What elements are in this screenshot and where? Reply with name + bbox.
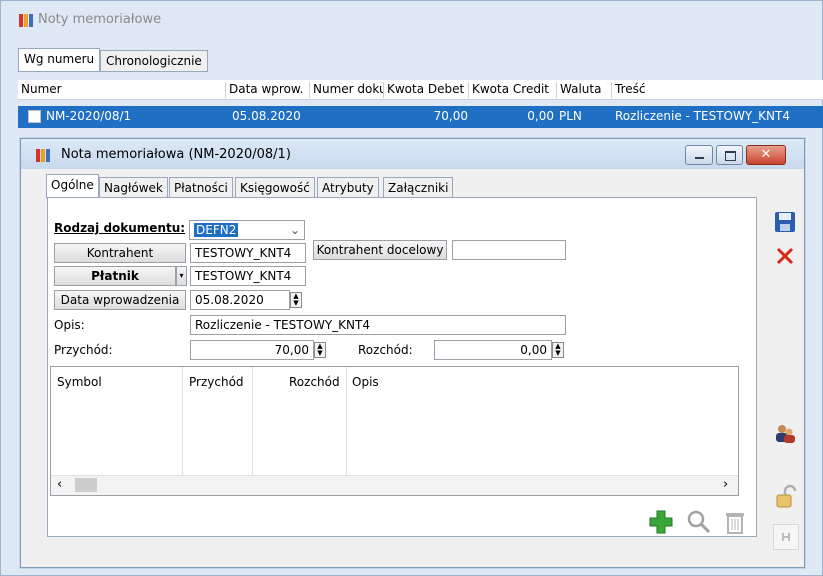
cell-numer-dok (313, 109, 383, 125)
pin-button[interactable] (773, 524, 799, 550)
trash-button[interactable] (722, 509, 748, 535)
cell-data: 05.08.2020 (232, 109, 301, 123)
rodzaj-select[interactable]: DEFN2 ⌄ (189, 220, 305, 240)
kontrahent-docelowy-field[interactable] (452, 240, 566, 260)
column-header[interactable]: Treść (612, 82, 812, 98)
tab-ogolne[interactable]: Ogólne (46, 174, 99, 199)
app-icon (35, 147, 51, 163)
tab-chronologicznie[interactable]: Chronologicznie (100, 50, 208, 72)
close-button[interactable]: ✕ (746, 145, 786, 165)
tab-wg-numeru[interactable]: Wg numeru (18, 48, 101, 72)
pin-icon (782, 533, 790, 541)
minimize-button[interactable] (685, 145, 713, 165)
horizontal-scrollbar[interactable]: ‹ › (51, 475, 738, 495)
users-icon (776, 425, 795, 443)
app-icon (18, 12, 34, 28)
cell-numer: NM-2020/08/1 (46, 109, 132, 123)
lock-button[interactable] (773, 484, 799, 510)
column-header[interactable]: Kwota Debet (384, 82, 469, 98)
opis-field[interactable]: Rozliczenie - TESTOWY_KNT4 (190, 315, 566, 335)
cell-credit: 0,00 (527, 109, 554, 123)
save-icon (775, 212, 795, 232)
scrollbar-thumb[interactable] (75, 478, 97, 492)
platnik-dropdown[interactable]: ▾ (176, 266, 187, 286)
column-header[interactable]: Waluta (557, 82, 612, 98)
kontrahent-button[interactable]: Kontrahent (54, 243, 186, 263)
delete-button[interactable] (773, 244, 799, 270)
maximize-icon (725, 151, 736, 161)
items-grid: Symbol Przychód Rozchód Opis ‹ › (50, 366, 739, 496)
grid-header[interactable]: Rozchód (289, 375, 340, 389)
tab-platnosci[interactable]: Płatności (169, 177, 233, 199)
rozchod-spinner[interactable]: ▲ ▼ (552, 342, 564, 358)
add-icon (649, 510, 673, 534)
cell-waluta: PLN (559, 109, 582, 123)
rozchod-field[interactable]: 0,00 (434, 340, 552, 360)
grid-header[interactable]: Symbol (57, 375, 102, 389)
cell-tresc: Rozliczenie - TESTOWY_KNT4 (615, 109, 790, 123)
close-icon: ✕ (760, 147, 772, 162)
opis-label: Opis: (54, 318, 85, 332)
lock-icon (776, 484, 797, 508)
tab-atrybuty[interactable]: Atrybuty (317, 177, 379, 199)
maximize-button[interactable] (716, 145, 743, 165)
list-header: Numer Data wprow. Numer doku Kwota Debet… (18, 80, 823, 100)
table-row[interactable]: NM-2020/08/1 05.08.2020 70,00 0,00 PLN R… (18, 106, 823, 128)
przychod-spinner[interactable]: ▲ ▼ (314, 342, 326, 358)
cell-debet: 70,00 (433, 109, 468, 123)
minimize-icon (695, 157, 704, 159)
column-header[interactable]: Data wprow. (226, 82, 310, 98)
data-wprowadzenia-button[interactable]: Data wprowadzenia (54, 290, 186, 310)
column-header[interactable]: Numer doku (310, 82, 384, 98)
date-spinner[interactable]: ▲ ▼ (290, 292, 302, 308)
scroll-left-icon[interactable]: ‹ (57, 477, 62, 492)
search-icon (687, 510, 711, 534)
tab-zalaczniki[interactable]: Załączniki (383, 177, 454, 199)
trash-icon (726, 513, 744, 534)
dialog-title: Nota memoriałowa (NM-2020/08/1) (61, 147, 291, 162)
scroll-right-icon[interactable]: › (723, 477, 728, 492)
save-button[interactable] (773, 210, 799, 236)
rozchod-label: Rozchód: (358, 343, 413, 357)
tab-ksiegowosc[interactable]: Księgowość (235, 177, 315, 199)
grid-header[interactable]: Przychód (189, 375, 244, 389)
column-header[interactable]: Numer (18, 82, 226, 98)
przychod-field[interactable]: 70,00 (190, 340, 314, 360)
add-button[interactable] (648, 509, 674, 535)
tab-naglowek[interactable]: Nagłówek (99, 177, 168, 199)
rodzaj-label: Rodzaj dokumentu: (54, 221, 186, 235)
grid-header[interactable]: Opis (352, 375, 379, 389)
window-title: Noty memoriałowe (38, 12, 162, 27)
users-button[interactable] (773, 421, 799, 447)
chevron-down-icon: ⌄ (289, 223, 300, 237)
platnik-button[interactable]: Płatnik (54, 266, 176, 286)
kontrahent-docelowy-button[interactable]: Kontrahent docelowy (313, 240, 447, 260)
przychod-label: Przychód: (54, 343, 113, 357)
search-button[interactable] (686, 509, 712, 535)
data-wprowadzenia-field[interactable]: 05.08.2020 (190, 290, 290, 310)
delete-icon (776, 247, 794, 265)
platnik-field[interactable]: TESTOWY_KNT4 (190, 266, 306, 286)
kontrahent-field[interactable]: TESTOWY_KNT4 (190, 243, 306, 263)
chevron-down-icon: ▾ (179, 271, 184, 280)
row-checkbox[interactable] (28, 110, 41, 123)
column-header[interactable]: Kwota Credit (469, 82, 557, 98)
